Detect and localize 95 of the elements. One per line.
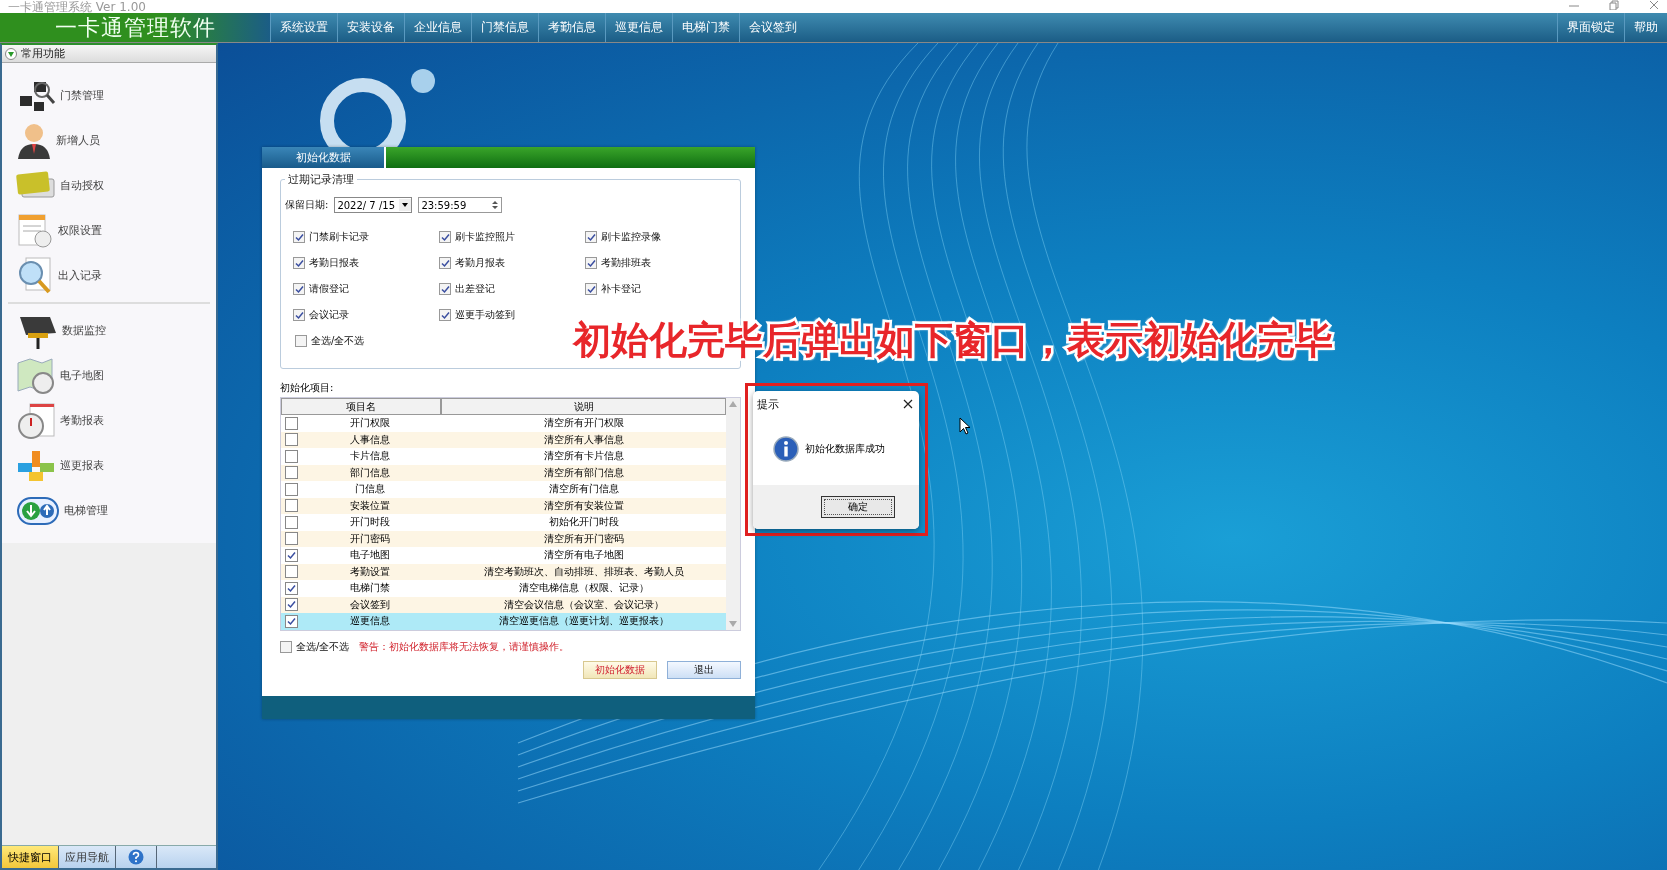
section-label: 初始化项目: (280, 381, 335, 395)
restore-icon[interactable] (1609, 0, 1619, 10)
row-checkbox[interactable] (285, 515, 298, 529)
row-checkbox[interactable] (285, 482, 298, 496)
cursor-icon (959, 417, 971, 435)
dropdown-icon[interactable] (399, 199, 412, 211)
sidebar-item[interactable]: 电梯管理 (2, 488, 216, 533)
group-title: 过期记录清理 (287, 172, 355, 187)
menu-item[interactable]: 考勤信息 (538, 13, 605, 42)
row-checkbox[interactable] (285, 598, 298, 612)
arrows-icon (16, 495, 60, 526)
ok-button[interactable]: 确定 (821, 496, 895, 518)
row-checkbox[interactable] (285, 466, 298, 480)
menu-item[interactable]: 电梯门禁 (672, 13, 739, 42)
checkbox[interactable]: 会议记录 (293, 307, 439, 323)
date-field[interactable]: 2022/ 7 /15 (334, 197, 413, 213)
menu-item[interactable]: 门禁信息 (471, 13, 538, 42)
check-icon (440, 284, 450, 294)
sidebar-item[interactable]: 门禁管理 (2, 73, 216, 118)
menu-item[interactable]: 系统设置 (270, 13, 337, 42)
sidebar-tab[interactable]: 应用导航 (59, 846, 116, 868)
check-icon (440, 310, 450, 320)
sidebar-item[interactable]: 数据监控 (2, 308, 216, 353)
scrollbar[interactable] (726, 398, 740, 630)
app-title: 一卡通管理软件 (54, 13, 216, 42)
row-checkbox[interactable] (285, 565, 298, 579)
check-icon (294, 232, 304, 242)
close-icon[interactable] (1649, 0, 1659, 10)
menu-item[interactable]: 企业信息 (404, 13, 471, 42)
checkbox[interactable]: 出差登记 (439, 281, 585, 297)
map-icon (16, 356, 56, 395)
blocks-icon (16, 448, 56, 483)
message-text: 初始化数据库成功 (805, 442, 885, 456)
person-icon (16, 121, 52, 160)
checkbox[interactable]: 考勤排班表 (585, 255, 731, 271)
row-checkbox[interactable] (285, 499, 298, 513)
check-icon (586, 284, 596, 294)
row-checkbox[interactable] (285, 614, 298, 628)
sidebar-item[interactable]: 出入记录 (2, 253, 216, 298)
help-icon (128, 849, 144, 865)
clock-icon (16, 401, 56, 440)
scroll-up-icon[interactable] (729, 401, 737, 407)
dialog-title: 初始化数据 (262, 147, 386, 168)
card-icon (16, 170, 56, 201)
row-checkbox[interactable] (285, 548, 298, 562)
checkbox[interactable]: 刷卡监控照片 (439, 229, 585, 245)
menu-item[interactable]: 帮助 (1624, 13, 1667, 42)
row-checkbox[interactable] (285, 532, 298, 546)
menu-item[interactable]: 安装设备 (337, 13, 404, 42)
check-icon (287, 550, 296, 560)
document-icon (16, 211, 54, 250)
time-field[interactable]: 23:59:59 (418, 197, 503, 213)
sidebar-item[interactable]: 权限设置 (2, 208, 216, 253)
window-title: 一卡通管理系统 Ver 1.00 (8, 1, 146, 13)
checkbox[interactable]: 全选/全不选 (280, 639, 350, 655)
sidebar-item[interactable]: 自动授权 (2, 163, 216, 208)
sidebar-item[interactable]: 新增人员 (2, 118, 216, 163)
menu-item[interactable]: 巡更信息 (605, 13, 672, 42)
check-icon (440, 258, 450, 268)
check-icon (586, 232, 596, 242)
collapse-icon[interactable] (5, 47, 17, 60)
scroll-down-icon[interactable] (729, 621, 737, 627)
checkbox[interactable]: 刷卡监控录像 (585, 229, 731, 245)
sidebar-header: 常用功能 (21, 46, 65, 61)
dialog-button[interactable]: 初始化数据 (583, 661, 657, 679)
close-button[interactable] (901, 397, 915, 411)
date-label: 保留日期: (285, 198, 329, 212)
sidebar-item[interactable]: 考勤报表 (2, 398, 216, 443)
check-icon (586, 258, 596, 268)
checkbox[interactable]: 请假登记 (293, 281, 439, 297)
sidebar-item[interactable]: 电子地图 (2, 353, 216, 398)
column-header[interactable]: 说明 (441, 398, 726, 415)
checkbox[interactable]: 补卡登记 (585, 281, 731, 297)
row-checkbox[interactable] (285, 433, 298, 447)
check-icon (294, 310, 304, 320)
row-checkbox[interactable] (285, 449, 298, 463)
menu-item[interactable]: 界面锁定 (1557, 13, 1624, 42)
warning-text: 警告：初始化数据库将无法恢复，请谨慎操作。 (359, 640, 570, 654)
checkbox[interactable]: 考勤月报表 (439, 255, 585, 271)
row-checkbox[interactable] (285, 581, 298, 595)
message-title: 提示 (757, 396, 779, 412)
sidebar-item[interactable]: 巡更报表 (2, 443, 216, 488)
menu-item[interactable]: 会议签到 (739, 13, 806, 42)
dialog-button[interactable]: 退出 (667, 661, 741, 679)
check-icon (294, 258, 304, 268)
checkbox[interactable]: 考勤日报表 (293, 255, 439, 271)
table-row[interactable]: 巡更信息 清空巡更信息（巡更计划、巡更报表） (281, 613, 726, 630)
sidebar-tab[interactable]: 快捷窗口 (2, 846, 59, 868)
column-header[interactable]: 项目名 (281, 398, 441, 415)
row-checkbox[interactable] (285, 416, 298, 430)
checkbox[interactable]: 门禁刷卡记录 (293, 229, 439, 245)
info-icon (773, 436, 799, 462)
magnifier-icon (16, 255, 54, 296)
check-icon (440, 232, 450, 242)
check-icon (294, 284, 304, 294)
